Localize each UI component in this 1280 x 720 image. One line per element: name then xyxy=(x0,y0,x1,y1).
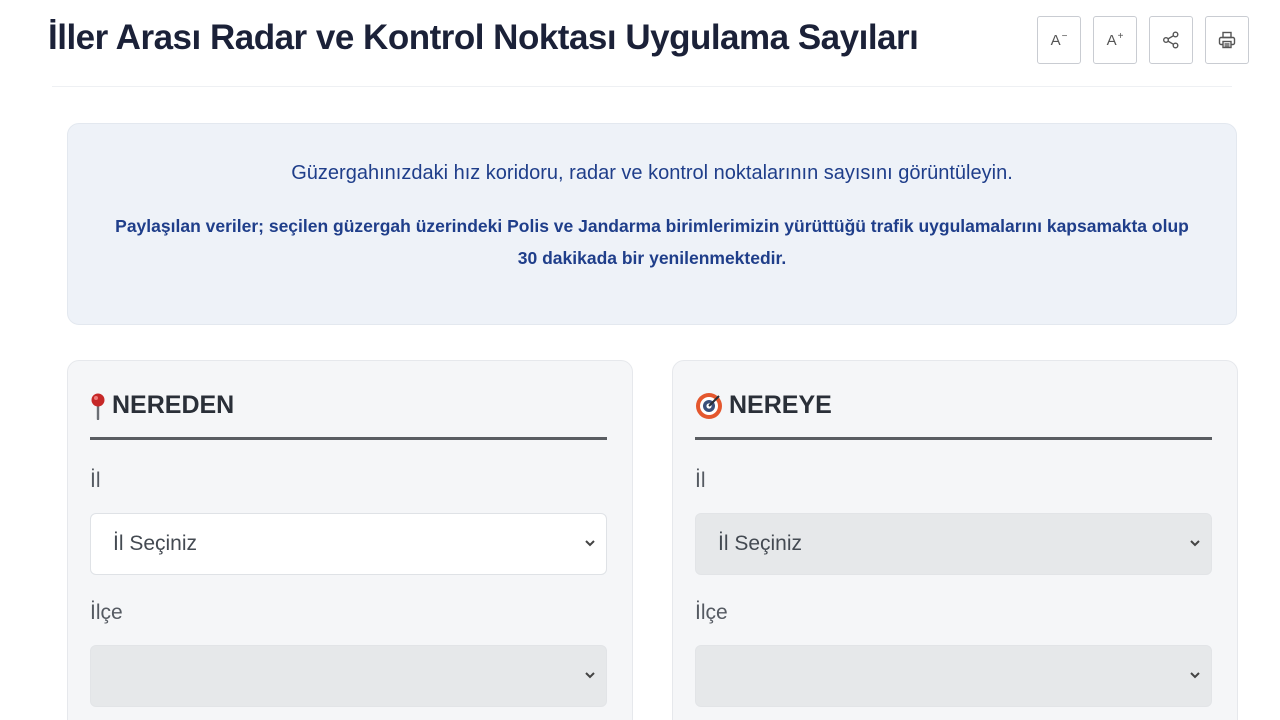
from-il-value: İl Seçiniz xyxy=(113,532,198,555)
from-title: NEREDEN xyxy=(112,391,235,419)
header-divider xyxy=(52,86,1232,87)
print-button[interactable] xyxy=(1205,16,1249,64)
from-panel: NEREDEN İl İl Seçiniz İlçe xyxy=(67,360,633,720)
to-il-label: İl xyxy=(695,469,706,492)
page-title: İller Arası Radar ve Kontrol Noktası Uyg… xyxy=(48,18,919,57)
pin-icon xyxy=(91,393,105,420)
chevron-down-icon xyxy=(585,540,595,547)
target-icon xyxy=(696,392,722,419)
from-il-select[interactable]: İl Seçiniz xyxy=(90,513,607,575)
share-button[interactable] xyxy=(1149,16,1193,64)
to-panel: NEREYE İl İl Seçiniz İlçe xyxy=(672,360,1238,720)
info-box: Güzergahınızdaki hız koridoru, radar ve … xyxy=(67,123,1237,325)
font-increase-button[interactable]: A+ xyxy=(1093,16,1137,64)
to-rule xyxy=(695,437,1212,440)
to-ilce-label: İlçe xyxy=(695,601,728,624)
to-il-value: İl Seçiniz xyxy=(718,532,803,555)
to-title: NEREYE xyxy=(729,391,832,419)
to-header: NEREYE xyxy=(695,391,832,420)
info-text: Güzergahınızdaki hız koridoru, radar ve … xyxy=(291,162,1013,184)
toolbar: A− A+ xyxy=(1037,16,1249,64)
print-icon xyxy=(1218,31,1236,49)
font-decrease-button[interactable]: A− xyxy=(1037,16,1081,64)
font-increase-icon: A+ xyxy=(1106,31,1124,49)
to-ilce-select[interactable] xyxy=(695,645,1212,707)
share-icon xyxy=(1163,31,1179,49)
chevron-down-icon xyxy=(585,672,595,679)
info-note: Paylaşılan veriler; seçilen güzergah üze… xyxy=(115,216,1189,268)
from-header: NEREDEN xyxy=(90,391,234,420)
from-rule xyxy=(90,437,607,440)
from-ilce-select[interactable] xyxy=(90,645,607,707)
from-ilce-label: İlçe xyxy=(90,601,123,624)
from-il-label: İl xyxy=(90,469,101,492)
to-il-select[interactable]: İl Seçiniz xyxy=(695,513,1212,575)
chevron-down-icon xyxy=(1190,672,1200,679)
chevron-down-icon xyxy=(1190,540,1200,547)
font-decrease-icon: A− xyxy=(1050,31,1068,49)
